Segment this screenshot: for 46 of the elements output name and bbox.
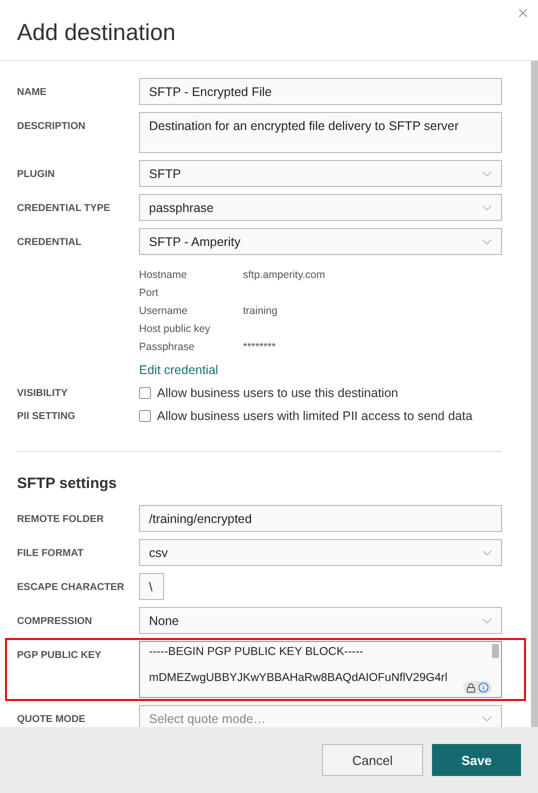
select-field[interactable]: passphrase	[139, 194, 502, 221]
field-label: PLUGIN	[17, 168, 56, 180]
checkbox[interactable]	[139, 410, 151, 422]
field-label: PGP PUBLIC KEY	[17, 649, 102, 661]
save-button[interactable]: Save	[432, 744, 521, 776]
close-icon[interactable]	[516, 6, 530, 20]
description-field[interactable]: Destination for an encrypted file delivery to SFTP server	[139, 112, 502, 153]
detail-label: Port	[139, 287, 160, 300]
text-field[interactable]: SFTP - Encrypted File	[139, 78, 502, 105]
scrollbar[interactable]	[531, 61, 538, 727]
key-text-area[interactable]: -----BEGIN PGP PUBLIC KEY BLOCK----- mDMEZwgUBBYJKwYBBAHaRw8BAQdAIOFuNflV29G4rl	[139, 641, 502, 698]
field-label: CREDENTIAL	[17, 236, 82, 248]
select-field[interactable]: SFTP - Amperity	[139, 228, 502, 255]
detail-value: sftp.amperity.com	[243, 269, 326, 282]
dialog-title: Add destination	[17, 18, 176, 46]
text-field[interactable]: \	[139, 573, 164, 600]
field-label: QUOTE MODE	[17, 713, 86, 725]
text-field[interactable]: /training/encrypted	[139, 505, 502, 532]
field-label: PII SETTING	[17, 410, 76, 422]
detail-value: ********	[243, 341, 277, 354]
select-field[interactable]: SFTP	[139, 160, 502, 187]
field-label: CREDENTIAL TYPE	[17, 202, 112, 214]
field-label: COMPRESSION	[17, 615, 94, 627]
detail-label: Hostname	[139, 269, 188, 282]
key-text-line: mDMEZwgUBBYJKwYBBAHaRw8BAQdAIOFuNflV29G4rl	[149, 672, 448, 684]
field-label: FILE FORMAT	[17, 547, 84, 559]
cancel-button[interactable]: Cancel	[322, 744, 423, 776]
detail-value: training	[243, 305, 278, 318]
scrollbar-thumb[interactable]	[492, 644, 499, 658]
select-field[interactable]: None	[139, 607, 502, 634]
password-manager-badge[interactable]	[463, 681, 492, 694]
select-field[interactable]: csv	[139, 539, 502, 566]
edit-credential-link[interactable]: Edit credential	[139, 363, 218, 377]
section-heading: SFTP settings	[17, 475, 118, 492]
checkbox[interactable]	[139, 387, 151, 399]
detail-label: Host public key	[139, 323, 212, 336]
field-label: NAME	[17, 86, 48, 98]
detail-label: Username	[139, 305, 188, 318]
checkbox-label: Allow business users with limited PII access to send data	[157, 409, 472, 423]
field-label: ESCAPE CHARACTER	[17, 581, 126, 593]
detail-label: Passphrase	[139, 341, 196, 354]
key-text-line: -----BEGIN PGP PUBLIC KEY BLOCK-----	[149, 646, 364, 658]
field-label: VISIBILITY	[17, 388, 69, 398]
field-label: DESCRIPTION	[17, 120, 86, 132]
field-label: REMOTE FOLDER	[17, 513, 105, 525]
checkbox-label: Allow business users to use this destination	[157, 386, 398, 400]
